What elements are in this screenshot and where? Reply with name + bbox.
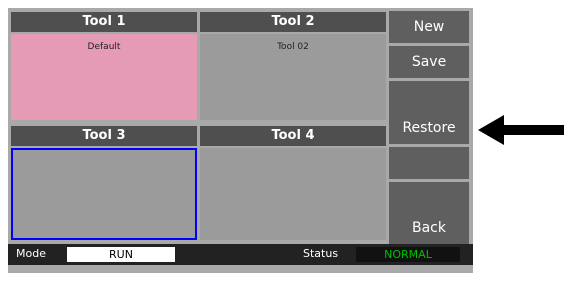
status-bar: Mode RUN Status NORMAL (8, 244, 473, 265)
tool-4-panel[interactable]: Tool 4 (200, 126, 386, 240)
left-arrow-icon (478, 115, 564, 145)
tool-3-panel[interactable]: Tool 3 (11, 126, 197, 240)
save-button[interactable]: Save (389, 46, 469, 78)
hmi-screen: Tool 1 Default Tool 2 Tool 02 Tool 3 Too… (8, 8, 473, 273)
blank-button-1[interactable] (389, 81, 469, 113)
tool-4-body[interactable] (200, 148, 386, 240)
blank-button-2[interactable] (389, 147, 469, 179)
tool-2-panel[interactable]: Tool 2 Tool 02 (200, 12, 386, 120)
tool-1-panel[interactable]: Tool 1 Default (11, 12, 197, 120)
tool-2-title: Tool 2 (200, 12, 386, 32)
status-value: NORMAL (356, 247, 460, 262)
tool-2-body[interactable]: Tool 02 (200, 34, 386, 120)
tool-1-title: Tool 1 (11, 12, 197, 32)
status-label: Status (303, 247, 339, 260)
tool-1-text: Default (87, 42, 121, 52)
restore-button[interactable]: Restore (389, 112, 469, 144)
tool-3-body[interactable] (11, 148, 197, 240)
mode-label: Mode (16, 247, 46, 260)
tool-2-text: Tool 02 (277, 42, 309, 52)
tool-4-title: Tool 4 (200, 126, 386, 146)
tool-1-body[interactable]: Default (11, 34, 197, 120)
new-button[interactable]: New (389, 11, 469, 43)
back-button[interactable]: Back (389, 212, 469, 244)
tool-3-title: Tool 3 (11, 126, 197, 146)
mode-value: RUN (67, 247, 175, 262)
blank-button-3[interactable] (389, 182, 469, 214)
